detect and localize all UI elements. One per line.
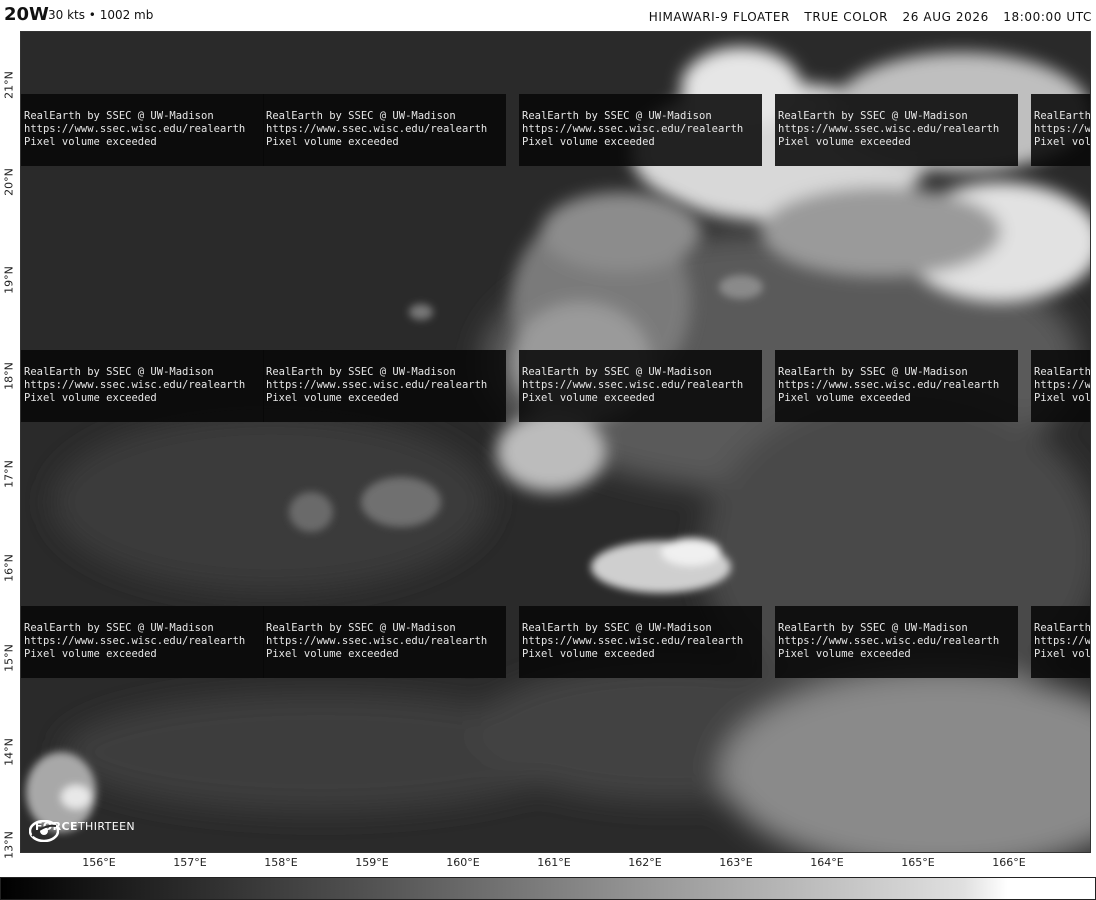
lat-label: 16°N [2,554,16,582]
header-bar: 20W 30 kts • 1002 mb HIMAWARI-9 FLOATER … [0,0,1096,30]
force-thirteen-logo: FORCETHIRTEEN [29,820,136,842]
watermark-line: Pixel volume exceeded [266,392,399,404]
watermark-line: https://www.ssec.wisc.edu/realearth [778,635,1000,647]
watermark-line: https://www.ssec.wisc.edu/realearth [778,123,1000,135]
watermark-tile: RealEarth by SSEC @ UW-Madison https://w… [519,606,762,678]
watermark-line: Pixel volume exceeded [24,136,157,148]
lat-label: 14°N [2,738,16,766]
watermark-tile: RealEarth by SSEC @ UW-Madison https://w… [1031,606,1090,678]
logo-text-rest: THIRTEEN [77,820,136,833]
watermark-line: Pixel volume exceeded [1034,392,1090,404]
watermark-tile: RealEarth by SSEC @ UW-Madison https://w… [775,94,1018,166]
watermark-line: RealEarth by SSEC @ UW-Madison [266,622,456,634]
image-time: 18:00:00 UTC [1003,10,1092,24]
watermark-line: RealEarth by SSEC @ UW-Madison [1034,366,1090,378]
watermark-tile: RealEarth by SSEC @ UW-Madison https://w… [21,94,264,166]
watermark-line: https://www.ssec.wisc.edu/realearth [24,635,246,647]
watermark-tile: RealEarth by SSEC @ UW-Madison https://w… [21,350,264,422]
watermark-line: RealEarth by SSEC @ UW-Madison [24,622,214,634]
watermark-line: Pixel volume exceeded [522,392,655,404]
lat-label: 17°N [2,460,16,488]
storm-intensity: 30 kts • 1002 mb [48,8,154,22]
watermark-tile: RealEarth by SSEC @ UW-Madison https://w… [21,606,264,678]
watermark-tile: RealEarth by SSEC @ UW-Madison https://w… [519,350,762,422]
watermark-line: https://www.ssec.wisc.edu/realearth [1034,379,1090,391]
watermark-line: https://www.ssec.wisc.edu/realearth [24,123,246,135]
lat-label: 15°N [2,644,16,672]
lon-label: 161°E [537,856,571,869]
lon-label: 165°E [901,856,935,869]
watermark-line: https://www.ssec.wisc.edu/realearth [522,379,744,391]
watermark-line: RealEarth by SSEC @ UW-Madison [522,622,712,634]
lat-label: 13°N [2,831,16,859]
watermark-line: Pixel volume exceeded [1034,136,1090,148]
watermark-line: Pixel volume exceeded [778,392,911,404]
watermark-line: Pixel volume exceeded [24,648,157,660]
watermark-line: Pixel volume exceeded [778,648,911,660]
storm-id: 20W [4,4,49,25]
watermark-line: Pixel volume exceeded [266,136,399,148]
force-thirteen-logo-icon [29,820,59,842]
brightness-colorbar [0,877,1096,900]
watermark-line: Pixel volume exceeded [522,136,655,148]
satellite-name: HIMAWARI-9 FLOATER [648,10,790,24]
lon-label: 164°E [810,856,844,869]
lon-label: 158°E [264,856,298,869]
lon-label: 157°E [173,856,207,869]
watermark-line: RealEarth by SSEC @ UW-Madison [1034,622,1090,634]
watermark-line: Pixel volume exceeded [24,392,157,404]
lon-label: 156°E [82,856,116,869]
watermark-line: RealEarth by SSEC @ UW-Madison [266,110,456,122]
watermark-line: https://www.ssec.wisc.edu/realearth [266,379,488,391]
product-info: HIMAWARI-9 FLOATER TRUE COLOR 26 AUG 202… [639,10,1092,24]
watermark-tile: RealEarth by SSEC @ UW-Madison https://w… [775,350,1018,422]
watermark-tile: RealEarth by SSEC @ UW-Madison https://w… [263,350,506,422]
watermark-line: https://www.ssec.wisc.edu/realearth [24,379,246,391]
lat-label: 21°N [2,71,16,99]
watermark-line: Pixel volume exceeded [1034,648,1090,660]
image-date: 26 AUG 2026 [902,10,989,24]
watermark-line: https://www.ssec.wisc.edu/realearth [266,635,488,647]
lat-label: 20°N [2,168,16,196]
lon-label: 159°E [355,856,389,869]
watermark-line: RealEarth by SSEC @ UW-Madison [24,110,214,122]
watermark-line: RealEarth by SSEC @ UW-Madison [266,366,456,378]
watermark-tile: RealEarth by SSEC @ UW-Madison https://w… [263,606,506,678]
watermark-line: https://www.ssec.wisc.edu/realearth [778,379,1000,391]
watermark-line: RealEarth by SSEC @ UW-Madison [778,110,968,122]
lon-label: 162°E [628,856,662,869]
lon-label: 163°E [719,856,753,869]
watermark-line: https://www.ssec.wisc.edu/realearth [1034,123,1090,135]
watermark-tile: RealEarth by SSEC @ UW-Madison https://w… [775,606,1018,678]
watermark-line: Pixel volume exceeded [522,648,655,660]
watermark-line: RealEarth by SSEC @ UW-Madison [522,110,712,122]
watermark-line: https://www.ssec.wisc.edu/realearth [522,123,744,135]
watermark-line: https://www.ssec.wisc.edu/realearth [522,635,744,647]
watermark-line: https://www.ssec.wisc.edu/realearth [266,123,488,135]
lon-label: 166°E [992,856,1026,869]
watermark-tile: RealEarth by SSEC @ UW-Madison https://w… [263,94,506,166]
watermark-tile: RealEarth by SSEC @ UW-Madison https://w… [519,94,762,166]
watermark-line: RealEarth by SSEC @ UW-Madison [778,622,968,634]
watermark-line: https://www.ssec.wisc.edu/realearth [1034,635,1090,647]
watermark-line: RealEarth by SSEC @ UW-Madison [24,366,214,378]
satellite-map[interactable]: RealEarth by SSEC @ UW-Madison https://w… [20,31,1091,853]
lon-label: 160°E [446,856,480,869]
watermark-line: RealEarth by SSEC @ UW-Madison [1034,110,1090,122]
watermark-line: RealEarth by SSEC @ UW-Madison [522,366,712,378]
watermark-line: Pixel volume exceeded [266,648,399,660]
product-name: TRUE COLOR [804,10,889,24]
watermark-tile: RealEarth by SSEC @ UW-Madison https://w… [1031,94,1090,166]
watermark-line: Pixel volume exceeded [778,136,911,148]
lat-label: 19°N [2,266,16,294]
watermark-line: RealEarth by SSEC @ UW-Madison [778,366,968,378]
watermark-tile: RealEarth by SSEC @ UW-Madison https://w… [1031,350,1090,422]
lat-label: 18°N [2,362,16,390]
